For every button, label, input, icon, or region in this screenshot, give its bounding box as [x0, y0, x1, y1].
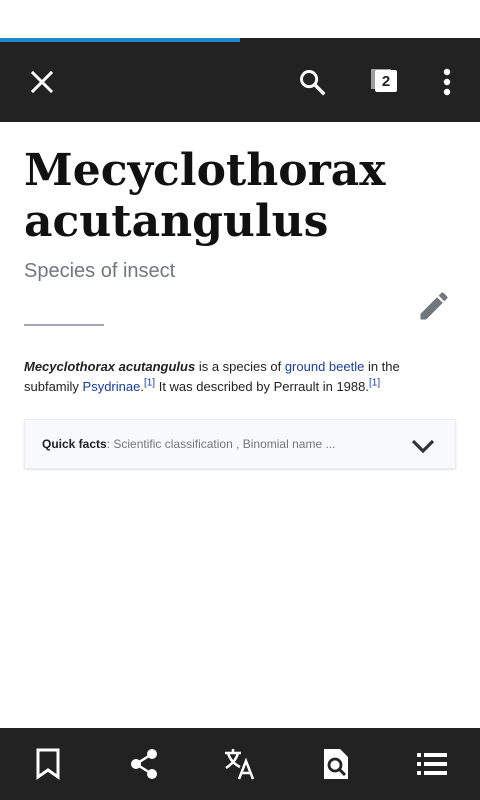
reference-link[interactable]: [1] — [144, 378, 155, 389]
overflow-menu-icon — [443, 68, 451, 96]
summary-text: It was described by Perrault in 1988. — [155, 379, 369, 394]
quick-facts-expand-button[interactable] — [409, 432, 437, 460]
article-title: Mecyclothorax acutangulus — [24, 145, 386, 247]
quick-facts-panel[interactable]: Quick facts: Scientific classification ,… — [24, 419, 456, 469]
tab-count-badge[interactable]: 2 — [375, 70, 397, 92]
status-area — [0, 0, 480, 38]
quick-facts-text: Quick facts: Scientific classification ,… — [42, 437, 402, 451]
save-button[interactable] — [24, 740, 72, 788]
overflow-menu-button[interactable] — [423, 58, 471, 106]
share-icon — [131, 749, 157, 779]
title-divider — [24, 324, 104, 326]
close-button[interactable] — [18, 58, 66, 106]
page-load-progress-fill — [0, 38, 240, 42]
quick-facts-summary: Scientific classification , Binomial nam… — [113, 437, 336, 451]
pencil-icon — [420, 292, 448, 320]
reference-link[interactable]: [1] — [369, 378, 380, 389]
link-ground-beetle[interactable]: ground beetle — [285, 359, 365, 374]
share-button[interactable] — [120, 740, 168, 788]
bookmark-icon — [36, 748, 60, 780]
search-icon — [300, 70, 326, 96]
top-toolbar — [0, 38, 480, 122]
summary-text: is a species of — [195, 359, 285, 374]
article-description: Species of insect — [24, 260, 176, 282]
page-load-progress — [0, 38, 480, 42]
close-icon — [30, 70, 54, 94]
link-psydrinae[interactable]: Psydrinae — [83, 379, 141, 394]
summary-bold-name: Mecyclothorax acutangulus — [24, 359, 196, 374]
quick-facts-label: Quick facts — [42, 437, 107, 451]
translate-icon — [225, 749, 255, 780]
table-of-contents-icon — [417, 753, 447, 775]
language-button[interactable] — [216, 740, 264, 788]
edit-button[interactable] — [410, 282, 458, 330]
search-button[interactable] — [288, 58, 336, 106]
find-in-page-button[interactable] — [312, 740, 360, 788]
chevron-down-icon — [411, 439, 435, 454]
bottom-action-bar — [0, 728, 480, 800]
table-of-contents-button[interactable] — [408, 740, 456, 788]
article-summary: Mecyclothorax acutangulus is a species o… — [24, 357, 456, 397]
find-in-page-icon — [324, 749, 348, 779]
